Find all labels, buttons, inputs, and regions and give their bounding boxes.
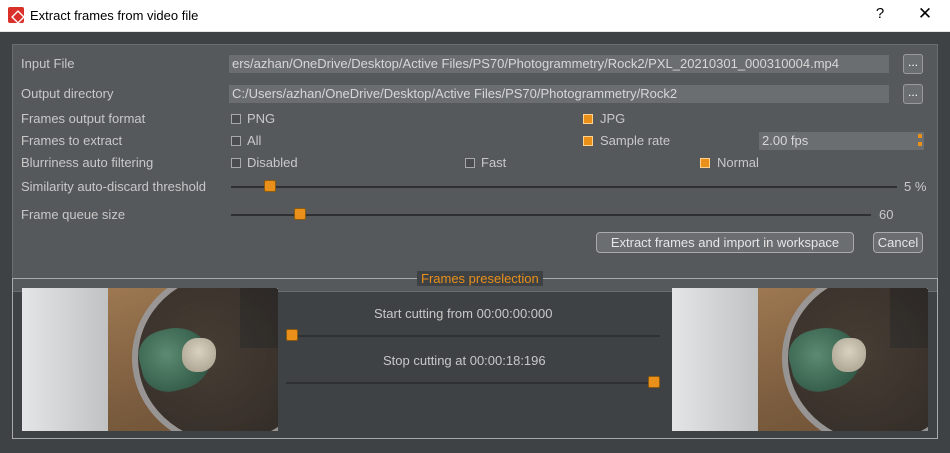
start-cutting-label: Start cutting from 00:00:00:000 bbox=[374, 306, 553, 321]
sample-rate-field[interactable]: 2.00 fps bbox=[759, 132, 924, 150]
window-title: Extract frames from video file bbox=[30, 8, 199, 23]
similarity-slider-handle[interactable] bbox=[263, 180, 276, 192]
stop-cutting-slider-track[interactable] bbox=[286, 382, 660, 384]
start-frame-preview bbox=[22, 288, 278, 431]
png-label: PNG bbox=[247, 111, 276, 126]
frame-queue-label: Frame queue size bbox=[21, 207, 126, 222]
output-directory-browse-button[interactable]: ... bbox=[903, 84, 923, 104]
title-bar: Extract frames from video file ? ✕ bbox=[0, 0, 950, 32]
similarity-value: 5 % bbox=[904, 179, 927, 194]
frame-queue-slider-track[interactable] bbox=[231, 214, 871, 216]
frame-queue-value: 60 bbox=[879, 207, 894, 222]
frames-to-extract-label: Frames to extract bbox=[21, 133, 123, 148]
dialog-body: Input File ers/azhan/OneDrive/Desktop/Ac… bbox=[0, 32, 950, 453]
extract-frames-button[interactable]: Extract frames and import in workspace bbox=[596, 232, 854, 253]
end-frame-preview bbox=[672, 288, 928, 431]
frame-queue-slider-handle[interactable] bbox=[293, 208, 306, 220]
jpg-label: JPG bbox=[600, 111, 626, 126]
output-directory-field[interactable]: C:/Users/azhan/OneDrive/Desktop/Active F… bbox=[229, 85, 889, 103]
jpg-checkbox[interactable] bbox=[583, 114, 593, 124]
sample-rate-label: Sample rate bbox=[600, 133, 671, 148]
all-checkbox[interactable] bbox=[231, 136, 241, 146]
all-label: All bbox=[247, 133, 262, 148]
blurriness-label: Blurriness auto filtering bbox=[21, 155, 154, 170]
fast-label: Fast bbox=[481, 155, 507, 170]
frames-preselection-group: Frames preselection Start cutting from 0… bbox=[12, 271, 938, 439]
disabled-checkbox[interactable] bbox=[231, 158, 241, 168]
output-format-label: Frames output format bbox=[21, 111, 146, 126]
fast-checkbox[interactable] bbox=[465, 158, 475, 168]
stop-cutting-label: Stop cutting at 00:00:18:196 bbox=[383, 353, 546, 368]
help-button[interactable]: ? bbox=[870, 5, 890, 27]
input-file-label: Input File bbox=[21, 56, 75, 71]
app-logo-icon bbox=[8, 7, 24, 23]
similarity-slider-track[interactable] bbox=[231, 186, 897, 188]
input-file-field[interactable]: ers/azhan/OneDrive/Desktop/Active Files/… bbox=[229, 55, 889, 73]
start-cutting-slider-track[interactable] bbox=[286, 335, 660, 337]
cancel-button[interactable]: Cancel bbox=[873, 232, 923, 253]
png-checkbox[interactable] bbox=[231, 114, 241, 124]
input-file-browse-button[interactable]: ... bbox=[903, 54, 923, 74]
sample-rate-checkbox[interactable] bbox=[583, 136, 593, 146]
close-button[interactable]: ✕ bbox=[912, 4, 938, 28]
start-cutting-slider-handle[interactable] bbox=[286, 329, 298, 341]
disabled-label: Disabled bbox=[247, 155, 298, 170]
normal-label: Normal bbox=[717, 155, 759, 170]
frames-preselection-title: Frames preselection bbox=[417, 271, 543, 286]
sample-rate-spinner-icon[interactable] bbox=[918, 134, 922, 148]
stop-cutting-slider-handle[interactable] bbox=[648, 376, 660, 388]
settings-panel: Input File ers/azhan/OneDrive/Desktop/Ac… bbox=[12, 44, 938, 292]
similarity-label: Similarity auto-discard threshold bbox=[21, 179, 206, 194]
output-directory-label: Output directory bbox=[21, 86, 114, 101]
normal-checkbox[interactable] bbox=[700, 158, 710, 168]
